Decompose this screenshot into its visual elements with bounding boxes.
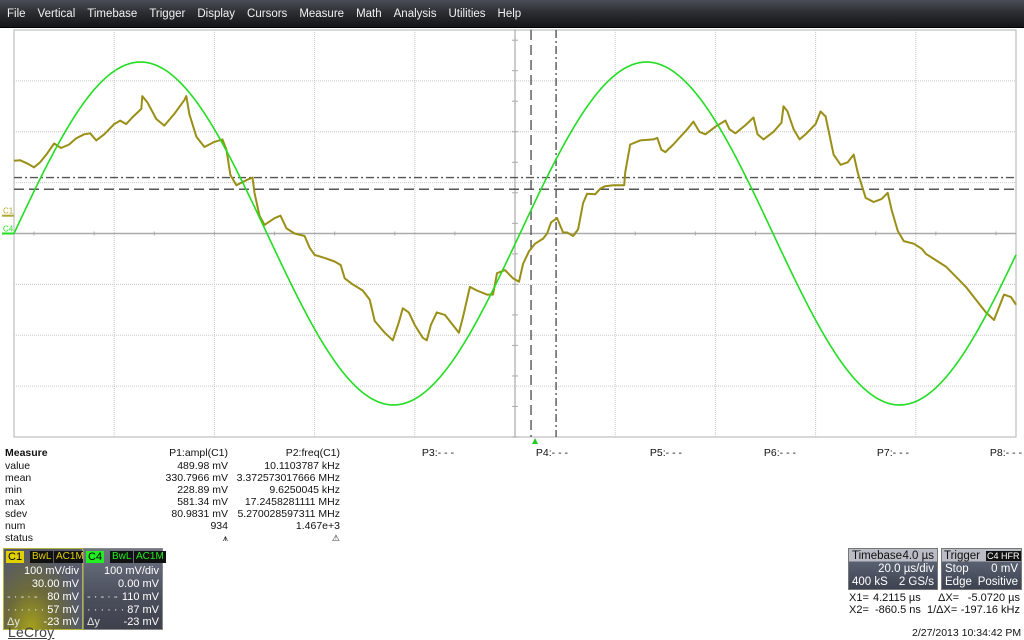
row-label-sdev: sdev xyxy=(5,508,28,520)
trigger-position-marker[interactable] xyxy=(532,438,539,444)
cursor-x2-value: -860.5 ns xyxy=(875,604,921,616)
p2-sdev: 5.270028597311 MHz xyxy=(237,508,340,520)
p2-max: 17.2458281111 MHz xyxy=(244,496,340,508)
cursor-x1-label: X1= xyxy=(849,592,869,604)
timebase-delay: 4.0 µs xyxy=(902,550,934,562)
cursor-x2-label: X2= xyxy=(849,604,869,616)
cursor-inv-dx-value: -197.16 kHz xyxy=(960,604,1020,616)
trigger-level: 0 mV xyxy=(991,563,1018,575)
param-p7-header[interactable]: P7:- - - xyxy=(877,447,909,459)
p2-num: 1.467e+3 xyxy=(295,520,340,532)
timebase-descriptor[interactable]: Timebase 4.0 µs 20.0 µs/div 400 kS 2 GS/… xyxy=(848,548,938,590)
param-p3-header[interactable]: P3:- - - xyxy=(422,447,454,459)
channel-marker-label-c4: C4 xyxy=(3,225,14,234)
cursor-inv-dx-label: 1/ΔX= xyxy=(927,604,958,616)
row-label-status: status xyxy=(5,532,34,544)
trigger-type: Edge xyxy=(945,576,972,588)
p1-num: 934 xyxy=(210,520,228,532)
param-p2-header[interactable]: P2:freq(C1) xyxy=(286,447,340,459)
param-p1-header[interactable]: P1:ampl(C1) xyxy=(169,447,228,459)
param-p4-header[interactable]: P4:- - - xyxy=(536,447,568,459)
p2-value: 10.1103787 kHz xyxy=(264,460,340,472)
c1-tag: C1 xyxy=(6,551,25,563)
c4-cursor1-value: 110 mV xyxy=(121,591,159,603)
trigger-slope: Positive xyxy=(977,576,1018,588)
waveform-display[interactable]: C1 C4 xyxy=(0,0,1024,447)
timebase-scale: 20.0 µs/div xyxy=(878,563,934,575)
trigger-source-badge: C4 xyxy=(986,551,1000,561)
c4-bandwidth-badge: BwL xyxy=(110,551,134,563)
timebase-sample-rate: 2 GS/s xyxy=(898,576,934,588)
grid xyxy=(13,29,1017,438)
measure-table: Measure value mean min max sdev num stat… xyxy=(0,447,1024,547)
c4-offset: 0.00 mV xyxy=(118,578,159,590)
row-label-min: min xyxy=(5,484,22,496)
p1-value: 489.98 mV xyxy=(177,460,228,472)
c4-scale: 100 mV/div xyxy=(103,565,159,577)
c1-bandwidth-badge: BwL xyxy=(30,551,54,563)
p2-status-warning-icon: ⚠ xyxy=(331,533,340,543)
param-p5-header[interactable]: P5:- - - xyxy=(650,447,682,459)
p1-max: 581.34 mV xyxy=(177,496,228,508)
p2-mean: 3.372573017666 MHz xyxy=(236,472,340,484)
c1-cursor1-value: 80 mV xyxy=(47,591,79,603)
channel-c4-descriptor[interactable]: C4 BwL AC1M 100 mV/div 0.00 mV - · - · -… xyxy=(83,548,166,630)
trigger-coupling-badge: HFR xyxy=(1000,551,1021,561)
c1-coupling-badge: AC1M xyxy=(54,551,86,563)
p1-min: 228.89 mV xyxy=(177,484,228,496)
timebase-samples: 400 kS xyxy=(852,576,888,588)
timebase-label: Timebase xyxy=(852,550,903,562)
p2-min: 9.6250045 kHz xyxy=(269,484,340,496)
row-label-num: num xyxy=(5,520,26,532)
datetime-stamp: 2/27/2013 10:34:42 PM xyxy=(912,627,1022,639)
cursor-x1-value: 4.2115 µs xyxy=(873,592,921,604)
c1-offset: 30.00 mV xyxy=(31,578,79,590)
cursor-dx-value: -5.0720 µs xyxy=(967,592,1020,604)
param-p8-header[interactable]: P8:- - - xyxy=(990,447,1022,459)
param-p6-header[interactable]: P6:- - - xyxy=(764,447,796,459)
c1-scale: 100 mV/div xyxy=(23,565,79,577)
lecroy-logo: LeCroy xyxy=(8,624,55,640)
c4-coupling-badge: AC1M xyxy=(134,551,166,563)
row-label-value: value xyxy=(5,460,31,472)
cursor-dx-label: ΔX= xyxy=(938,592,960,604)
trigger-descriptor[interactable]: Trigger C4 HFR Stop 0 mV Edge Positive xyxy=(941,548,1022,590)
c1-cursor1-dashdot-icon: - · - · - xyxy=(7,591,38,603)
trigger-mode: Stop xyxy=(945,563,969,575)
row-label-max: max xyxy=(5,496,25,508)
channel-markers[interactable]: C1 C4 xyxy=(2,207,14,235)
measure-title: Measure xyxy=(5,447,48,459)
channel-c1-descriptor[interactable]: C1 BwL AC1M 100 mV/div 30.00 mV - · - · … xyxy=(3,548,86,630)
row-label-mean: mean xyxy=(5,472,32,484)
c4-delta-label: Δy xyxy=(87,616,100,628)
c4-tag: C4 xyxy=(86,551,105,563)
trigger-label: Trigger xyxy=(944,550,980,562)
c4-cursor1-dashdot-icon: - · - · - xyxy=(87,591,118,603)
channel-marker-label-c1: C1 xyxy=(3,207,14,216)
c4-delta-value: -23 mV xyxy=(123,616,159,628)
p1-status-icon: ⩚ xyxy=(222,533,228,543)
p1-mean: 330.7966 mV xyxy=(165,472,228,484)
p1-sdev: 80.9831 mV xyxy=(171,508,228,520)
